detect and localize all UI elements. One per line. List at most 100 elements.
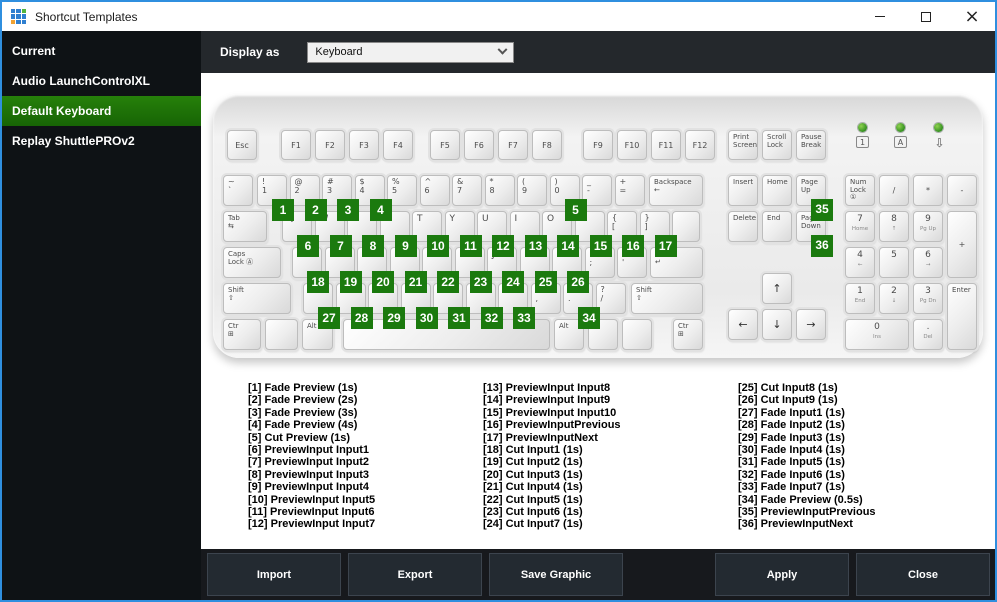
shortcut-badge-13: 13 (524, 235, 547, 257)
key-0: ) 0 5 (549, 175, 587, 221)
legend-item: [33] Fade Input7 (1s) (738, 481, 845, 494)
key-np-3: 3 Pg Dn (913, 283, 943, 314)
close-button[interactable]: × (949, 2, 995, 31)
key-blank-2 (265, 319, 298, 350)
minimize-button[interactable] (857, 2, 903, 31)
key-bracket-right: }] 17 (639, 211, 677, 257)
legend-item: [29] Fade Input3 (1s) (738, 431, 845, 444)
key-f3: F3 (349, 130, 379, 160)
titlebar: Shortcut Templates × (2, 2, 995, 31)
import-button[interactable]: Import (207, 553, 341, 596)
key-np-0: 0 Ins (845, 319, 909, 350)
sidebar-item-label: Current (12, 44, 56, 58)
key-f8: F8 (532, 130, 562, 160)
key-f1: F1 (281, 130, 311, 160)
key-np-8: 8 ↑ (879, 211, 909, 242)
sidebar-item-default-keyboard[interactable]: Default Keyboard (2, 96, 201, 126)
num-lock-led-icon: 1 (856, 136, 869, 148)
legend-item: [36] PreviewInputNext (738, 518, 853, 531)
sidebar-item-current[interactable]: Current (2, 36, 201, 66)
key-y: Y 11 (444, 211, 482, 257)
key-arrow-down: ↓ (762, 309, 792, 340)
app-icon-cell (16, 19, 21, 24)
save-graphic-button[interactable]: Save Graphic (489, 553, 623, 596)
key-page-up: Page Up 35 (796, 175, 833, 221)
legend-item: [14] PreviewInput Input9 (483, 394, 611, 407)
shortcut-badge-11: 11 (459, 235, 482, 257)
legend-item: [30] Fade Input4 (1s) (738, 444, 845, 457)
key-np-2: 2 ↓ (879, 283, 909, 314)
sidebar-item-replay-shuttleprov2[interactable]: Replay ShuttlePROv2 (2, 126, 201, 156)
key-3: #3 3 (322, 175, 359, 221)
key-i: I 13 (509, 211, 547, 257)
maximize-button[interactable] (903, 2, 949, 31)
app-icon-cell (16, 9, 21, 14)
key-equals: + = (614, 175, 645, 206)
key-pause-break: Pause Break (796, 130, 826, 160)
app-icon-cell (21, 14, 26, 19)
shortcut-badge-19: 19 (339, 271, 362, 293)
legend-item: [18] Cut Input1 (1s) (483, 444, 583, 457)
maximize-icon (921, 11, 931, 22)
key-np-7: 7 Home (845, 211, 875, 242)
legend-item: [12] PreviewInput Input7 (248, 518, 376, 531)
key-insert: Insert (728, 175, 758, 206)
app-icon-cell (11, 9, 16, 14)
legend-column-3: [25] Cut Input8 (1s) [26] Cut Input9 (1s)… (738, 382, 973, 531)
legend-item: [19] Cut Input2 (1s) (483, 456, 583, 469)
key-f6: F6 (464, 130, 494, 160)
legend-item: [34] Fade Preview (0.5s) (738, 493, 863, 506)
legend-item: [35] PreviewInputPrevious (738, 506, 876, 519)
shortcut-badge-25: 25 (534, 271, 557, 293)
key-slash: ? / (595, 283, 626, 314)
shortcut-badge-35: 35 (811, 199, 833, 221)
shortcut-badge-8: 8 (362, 235, 384, 257)
apply-button[interactable]: Apply (715, 553, 849, 596)
shortcut-badge-33: 33 (513, 307, 535, 329)
key-np-4: 4 ← (845, 247, 875, 278)
app-icon-cell (11, 19, 16, 24)
shortcut-badge-18: 18 (307, 271, 329, 293)
key-shift-right: Shift ⇧ (631, 283, 703, 314)
key-6: ^ 6 (419, 175, 450, 206)
legend-item: [3] Fade Preview (3s) (248, 406, 358, 419)
window-controls: × (857, 2, 995, 31)
key-end: End (762, 211, 792, 242)
key-2: @2 2 (289, 175, 327, 221)
minimize-icon (875, 16, 885, 17)
key-print-screen: Print Screen (728, 130, 758, 160)
shortcut-badge-23: 23 (469, 271, 492, 293)
shortcut-badge-36: 36 (811, 235, 833, 257)
key-np-multiply: * (913, 175, 943, 206)
key-bracket-left: {[16 (607, 211, 644, 257)
key-8: * 8 (484, 175, 515, 206)
display-as-value: Keyboard (315, 46, 363, 58)
sidebar-item-label: Default Keyboard (12, 104, 112, 118)
close-action-button[interactable]: Close (856, 553, 990, 596)
shortcut-badge-9: 9 (394, 235, 417, 257)
keyboard-graphic: Esc F1 F2 F3 F4 F5 F6 F7 F8 F9 F10 F11 F12 Print Scree… (213, 95, 983, 358)
legend-item: [21] Cut Input4 (1s) (483, 481, 583, 494)
legend-item: [22] Cut Input5 (1s) (483, 493, 583, 506)
key-grave: ~ ` (223, 175, 253, 206)
sidebar-item-audio-launchcontrolxl[interactable]: Audio LaunchControlXL (2, 66, 201, 96)
key-shift-left: Shift ⇧ (223, 283, 291, 314)
sidebar-item-label: Replay ShuttlePROv2 (12, 134, 135, 148)
legend-item: [31] Fade Input5 (1s) (738, 456, 845, 469)
key-np-1: 1 End (845, 283, 875, 314)
key-arrow-up: ↑ (762, 273, 792, 304)
display-as-dropdown[interactable]: Keyboard (307, 41, 515, 63)
key-ctrl-right: Ctr ⊞ (673, 319, 703, 350)
key-9: (9 (517, 175, 547, 206)
shortcut-badge-30: 30 (415, 307, 438, 329)
shortcut-badge-34: 34 (578, 307, 600, 329)
shortcut-badge-31: 31 (448, 307, 470, 329)
export-button[interactable]: Export (348, 553, 482, 596)
legend-item: [1] Fade Preview (1s) (248, 382, 358, 394)
display-as-label: Display as (220, 45, 280, 59)
key-np-6: 6 → (913, 247, 943, 278)
key-f12: F12 (685, 130, 715, 160)
shortcut-badge-27: 27 (318, 307, 340, 329)
app-icon (11, 9, 26, 24)
legend-item: [10] PreviewInput Input5 (248, 493, 376, 506)
